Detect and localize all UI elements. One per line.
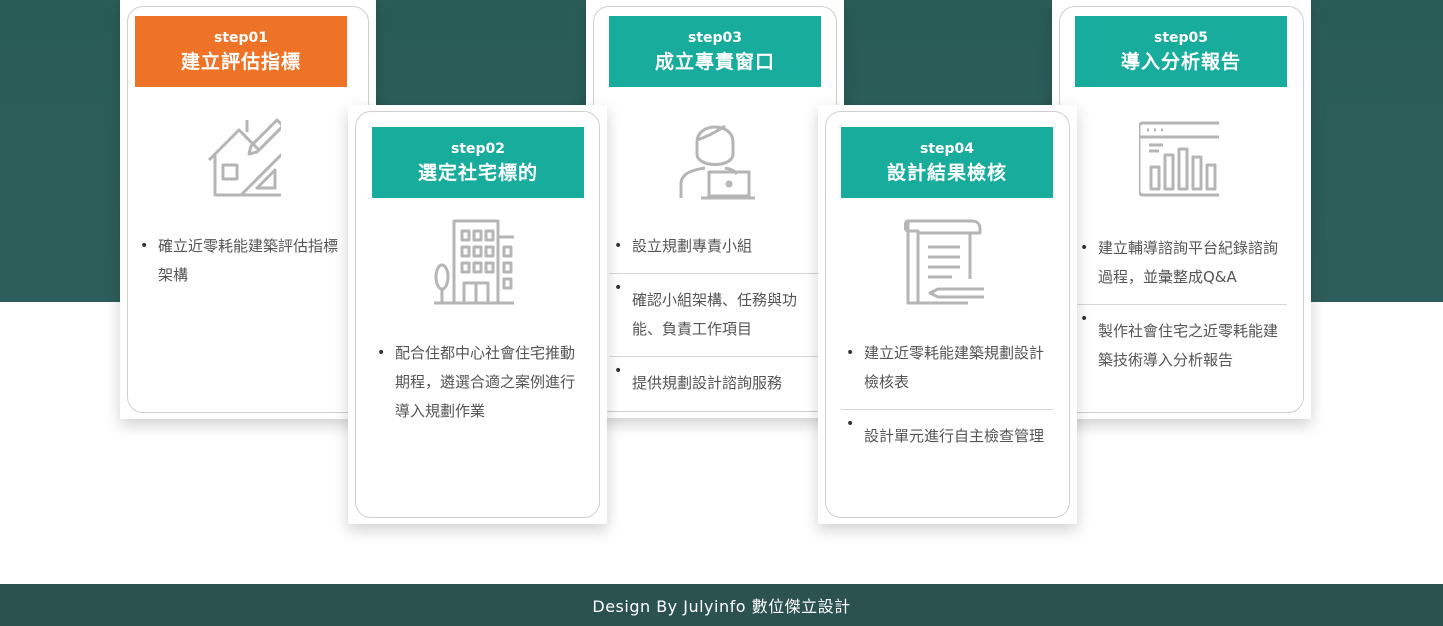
step-card-3-header: step03 成立專責窗口 <box>609 16 821 87</box>
step-number: step01 <box>213 29 269 46</box>
step-title: 建立評估指標 <box>180 50 301 73</box>
document-scroll-pen-icon <box>904 217 984 307</box>
step-card-4-header: step04 設計結果檢核 <box>841 127 1053 198</box>
list-item: 設計單元進行自主檢查管理 <box>841 409 1053 463</box>
apartment-building-icon <box>434 219 514 309</box>
list-item: 製作社會住宅之近零耗能建築技術導入分析報告 <box>1075 304 1287 387</box>
step-card-5-header: step05 導入分析報告 <box>1075 16 1287 87</box>
footer-credit: Design By Julyinfo 數位傑立設計 <box>0 584 1443 626</box>
step-title: 導入分析報告 <box>1120 50 1241 73</box>
step-title: 設計結果檢核 <box>886 161 1007 184</box>
step-card-4: step04 設計結果檢核 建立近零耗能建築規劃設計檢核表 設計單元進行自主檢查… <box>818 105 1077 524</box>
list-item: 建立輔導諮詢平台紀錄諮詢過程，並彙整成Q&A <box>1075 234 1287 304</box>
step-title: 成立專責窗口 <box>654 50 775 73</box>
step-card-2-header: step02 選定社宅標的 <box>372 127 584 198</box>
footer-text: Design By Julyinfo 數位傑立設計 <box>592 597 851 616</box>
step-card-5: step05 導入分析報告 建立輔導諮詢平台紀錄諮詢過程，並彙整成Q&A 製作社… <box>1052 0 1311 419</box>
analytics-window-chart-icon <box>1139 115 1219 205</box>
step-title: 選定社宅標的 <box>417 161 538 184</box>
step-card-1-items: 確立近零耗能建築評估指標架構 <box>135 232 347 290</box>
step-number: step04 <box>919 140 975 157</box>
list-item: 設立規劃專責小組 <box>609 232 821 273</box>
list-item: 配合住都中心社會住宅推動期程，遴選合適之案例進行導入規劃作業 <box>372 339 584 426</box>
step-card-1-header: step01 建立評估指標 <box>135 16 347 87</box>
step-card-1: step01 建立評估指標 確立近零耗能建築評估指標架構 <box>120 0 376 419</box>
step-number: step05 <box>1153 29 1209 46</box>
step-card-2-items: 配合住都中心社會住宅推動期程，遴選合適之案例進行導入規劃作業 <box>372 339 584 426</box>
step-card-4-items: 建立近零耗能建築規劃設計檢核表 設計單元進行自主檢查管理 <box>841 339 1053 463</box>
step-card-3: step03 成立專責窗口 設立規劃專責小組 確認小組架構、任務與功能、負責工作… <box>586 0 844 418</box>
person-laptop-icon <box>675 112 755 202</box>
step-card-3-items: 設立規劃專責小組 確認小組架構、任務與功能、負責工作項目 提供規劃設計諮詢服務 <box>609 232 821 410</box>
list-item: 建立近零耗能建築規劃設計檢核表 <box>841 339 1053 409</box>
step-card-2: step02 選定社宅標的 配合住都中心社會住宅推動期程，遴選合適之案例進行導入… <box>348 105 607 524</box>
list-item: 確立近零耗能建築評估指標架構 <box>135 232 347 290</box>
step-number: step03 <box>687 29 743 46</box>
step-number: step02 <box>450 140 506 157</box>
step-card-5-items: 建立輔導諮詢平台紀錄諮詢過程，並彙整成Q&A 製作社會住宅之近零耗能建築技術導入… <box>1075 234 1287 387</box>
list-item: 確認小組架構、任務與功能、負責工作項目 <box>609 273 821 356</box>
list-item: 提供規劃設計諮詢服務 <box>609 356 821 410</box>
house-ruler-pencil-icon <box>201 110 281 200</box>
